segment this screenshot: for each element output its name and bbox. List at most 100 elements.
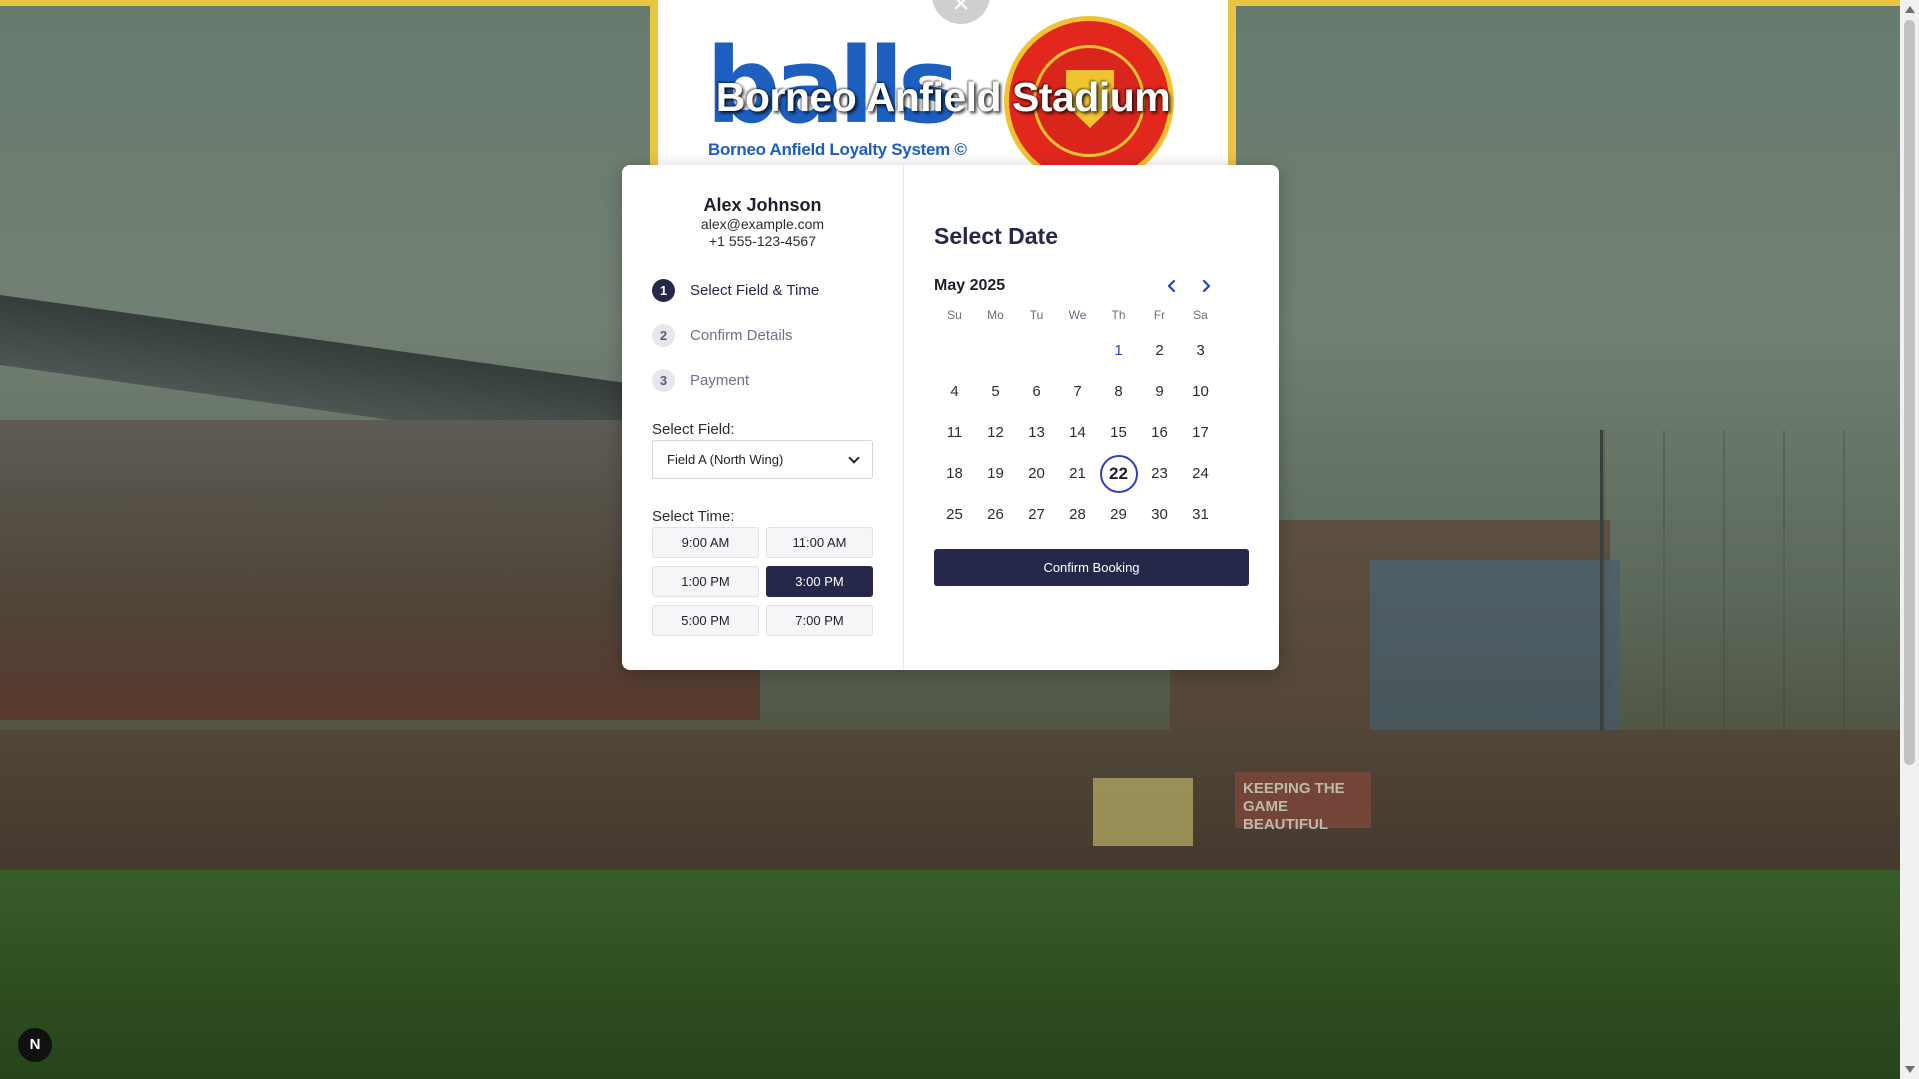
calendar-day-number: 1: [1114, 342, 1123, 359]
calendar-day[interactable]: 19: [975, 453, 1016, 494]
calendar-day[interactable]: 13: [1016, 412, 1057, 453]
field-select-value: Field A (North Wing): [667, 452, 784, 467]
calendar-day-number: 21: [1069, 465, 1086, 482]
calendar-day[interactable]: 7: [1057, 371, 1098, 412]
calendar-day-number: 15: [1110, 424, 1127, 441]
user-info: Alex Johnson alex@example.com +1 555-123…: [652, 195, 873, 250]
calendar-day[interactable]: 3: [1180, 330, 1221, 371]
calendar-day[interactable]: 31: [1180, 494, 1221, 535]
calendar-empty-cell: [975, 330, 1016, 371]
scrollbar[interactable]: [1900, 0, 1919, 1079]
calendar-day[interactable]: 27: [1016, 494, 1057, 535]
calendar-day-number: 28: [1069, 506, 1086, 523]
weekday-header: Sa: [1193, 308, 1208, 322]
calendar-day[interactable]: 25: [934, 494, 975, 535]
field-select[interactable]: Field A (North Wing): [652, 440, 873, 479]
calendar-day[interactable]: 11: [934, 412, 975, 453]
calendar-day-number: 24: [1192, 465, 1209, 482]
time-slot-grid: 9:00 AM 11:00 AM 1:00 PM 3:00 PM 5:00 PM…: [652, 527, 873, 636]
chevron-down-icon: [848, 451, 860, 464]
calendar-day[interactable]: 30: [1139, 494, 1180, 535]
calendar-header: May 2025: [934, 276, 1250, 296]
time-slot-button[interactable]: 11:00 AM: [766, 527, 873, 558]
confirm-booking-button[interactable]: Confirm Booking: [934, 549, 1249, 586]
time-slot-button[interactable]: 1:00 PM: [652, 566, 759, 597]
calendar-day-number: 20: [1028, 465, 1045, 482]
user-name: Alex Johnson: [703, 195, 822, 215]
weekday-header: Su: [947, 308, 962, 322]
calendar-day[interactable]: 12: [975, 412, 1016, 453]
chevron-right-icon: [1202, 279, 1211, 293]
calendar-day[interactable]: 5: [975, 371, 1016, 412]
calendar-day-selected[interactable]: 22: [1098, 453, 1139, 494]
calendar-day-number: 23: [1151, 465, 1168, 482]
calendar-nav: [1162, 276, 1216, 296]
calendar-day[interactable]: 18: [934, 453, 975, 494]
step-label: Payment: [690, 372, 750, 389]
booking-sidebar: Alex Johnson alex@example.com +1 555-123…: [622, 165, 904, 670]
step-confirm-details[interactable]: 2 Confirm Details: [652, 313, 873, 358]
next-month-button[interactable]: [1196, 276, 1216, 296]
prev-month-button[interactable]: [1162, 276, 1182, 296]
calendar-day-number: 8: [1114, 383, 1123, 400]
calendar-day-number: 6: [1032, 383, 1041, 400]
calendar-day-number: 31: [1192, 506, 1209, 523]
calendar-day[interactable]: 4: [934, 371, 975, 412]
calendar-day[interactable]: 17: [1180, 412, 1221, 453]
calendar-grid: Su Mo Tu We Th Fr Sa 1 2 3 4 5 6 7 8 9 10 11 12 13 14 15 16 17 1…: [934, 308, 1250, 535]
step-payment[interactable]: 3 Payment: [652, 358, 873, 403]
calendar-day-number: 2: [1155, 342, 1164, 359]
time-slot-button-selected[interactable]: 3:00 PM: [766, 566, 873, 597]
calendar-day-number: 18: [946, 465, 963, 482]
calendar-day-number: 22: [1099, 454, 1138, 493]
calendar-day[interactable]: 6: [1016, 371, 1057, 412]
calendar-day[interactable]: 2: [1139, 330, 1180, 371]
time-slot-button[interactable]: 5:00 PM: [652, 605, 759, 636]
step-label: Select Field & Time: [690, 282, 820, 299]
calendar-day[interactable]: 16: [1139, 412, 1180, 453]
booking-steps: 1 Select Field & Time 2 Confirm Details …: [652, 268, 873, 403]
weekday-header: Fr: [1153, 308, 1166, 322]
scrollbar-thumb[interactable]: [1904, 20, 1915, 765]
weekday-header: Tu: [1029, 308, 1044, 322]
calendar-day-number: 30: [1151, 506, 1168, 523]
calendar-day[interactable]: 1: [1098, 330, 1139, 371]
calendar-day-number: 16: [1151, 424, 1168, 441]
date-picker-panel: Select Date May 2025 Su Mo Tu We Th Fr Sa 1 2 3 4 5…: [904, 165, 1279, 670]
time-slot-button[interactable]: 9:00 AM: [652, 527, 759, 558]
step-select-field-time[interactable]: 1 Select Field & Time: [652, 268, 873, 313]
calendar-day[interactable]: 9: [1139, 371, 1180, 412]
user-email: alex@example.com: [700, 216, 825, 232]
time-slot-button[interactable]: 7:00 PM: [766, 605, 873, 636]
weekday-header: We: [1068, 308, 1087, 322]
page-title: Borneo Anfield Stadium: [715, 74, 1171, 120]
calendar-day-number: 5: [991, 383, 1000, 400]
calendar-day[interactable]: 20: [1016, 453, 1057, 494]
calendar-day-number: 12: [987, 424, 1004, 441]
calendar-day[interactable]: 8: [1098, 371, 1139, 412]
select-time-label: Select Time:: [652, 508, 735, 525]
calendar-day[interactable]: 21: [1057, 453, 1098, 494]
calendar-day[interactable]: 23: [1139, 453, 1180, 494]
nextjs-dev-indicator[interactable]: N: [18, 1028, 52, 1062]
calendar-day[interactable]: 26: [975, 494, 1016, 535]
calendar-day[interactable]: 28: [1057, 494, 1098, 535]
user-phone: +1 555-123-4567: [708, 233, 817, 249]
scroll-down-arrow-icon[interactable]: [1905, 1066, 1915, 1073]
calendar-day-number: 13: [1028, 424, 1045, 441]
calendar-day-number: 3: [1196, 342, 1205, 359]
calendar-day[interactable]: 29: [1098, 494, 1139, 535]
booking-card: Alex Johnson alex@example.com +1 555-123…: [622, 165, 1279, 670]
calendar-day-number: 7: [1073, 383, 1082, 400]
calendar-empty-cell: [1057, 330, 1098, 371]
calendar-day[interactable]: 24: [1180, 453, 1221, 494]
calendar-day[interactable]: 14: [1057, 412, 1098, 453]
step-number: 3: [652, 369, 675, 392]
scroll-up-arrow-icon[interactable]: [1905, 6, 1915, 13]
calendar-day[interactable]: 15: [1098, 412, 1139, 453]
weekday-header: Mo: [987, 308, 1004, 322]
calendar-day-number: 27: [1028, 506, 1045, 523]
calendar-day-number: 14: [1069, 424, 1086, 441]
logo-subtitle: Borneo Anfield Loyalty System ©: [708, 140, 967, 159]
calendar-day[interactable]: 10: [1180, 371, 1221, 412]
